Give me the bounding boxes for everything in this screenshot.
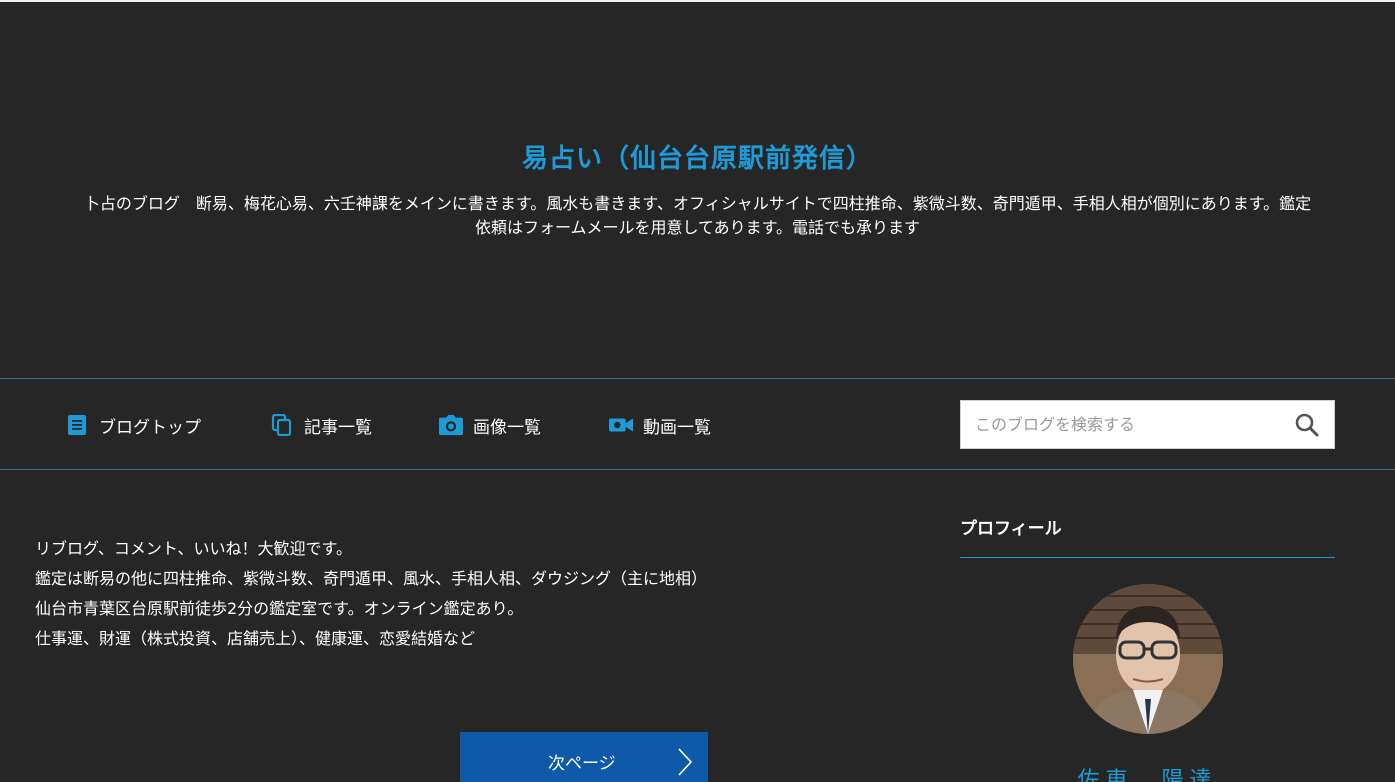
chevron-right-icon bbox=[676, 746, 694, 782]
intro-text-line: リブログ、コメント、いいね！大歓迎です。 bbox=[35, 539, 352, 558]
next-page-button[interactable]: 次ページ bbox=[460, 732, 708, 782]
profile-name[interactable]: 佐東 陽達 bbox=[960, 762, 1335, 782]
nav-label: 記事一覧 bbox=[304, 417, 372, 438]
nav-item-article-list[interactable]: 記事一覧 bbox=[270, 413, 372, 438]
next-page-label: 次ページ bbox=[548, 754, 616, 774]
nav-item-image-list[interactable]: 画像一覧 bbox=[439, 413, 541, 438]
nav-label: 画像一覧 bbox=[473, 417, 541, 438]
blog-nav-bar: ブログトップ 記事一覧 画像一覧 動画一覧 このブログを検索する bbox=[0, 378, 1395, 470]
copy-icon bbox=[270, 413, 294, 437]
blog-header: 易占い（仙台台原駅前発信） 卜占のブログ 断易、梅花心易、六壬神課をメインに書き… bbox=[0, 2, 1395, 378]
profile-heading: プロフィール bbox=[960, 514, 1335, 558]
blog-search-box bbox=[960, 400, 1335, 449]
nav-label: ブログトップ bbox=[99, 417, 201, 438]
intro-text-line: 仕事運、財運（株式投資、店舗売上）、健康運、恋愛結婚など bbox=[35, 629, 476, 648]
intro-text-line: 仙台市青葉区台原駅前徒歩2分の鑑定室です。オンライン鑑定あり。 bbox=[35, 599, 524, 618]
intro-text-line: 鑑定は断易の他に四柱推命、紫微斗数、奇門遁甲、風水、手相人相、ダウジング（主に地… bbox=[35, 569, 708, 588]
blog-title-link[interactable]: 易占い（仙台台原駅前発信） bbox=[0, 138, 1395, 175]
blog-description: 卜占のブログ 断易、梅花心易、六壬神課をメインに書きます。風水も書きます、オフィ… bbox=[83, 194, 1312, 237]
search-input[interactable] bbox=[961, 401, 1281, 448]
nav-label: 動画一覧 bbox=[643, 417, 711, 438]
nav-item-blog-top[interactable]: ブログトップ bbox=[65, 413, 201, 438]
blog-intro: リブログ、コメント、いいね！大歓迎です。 鑑定は断易の他に四柱推命、紫微斗数、奇… bbox=[35, 534, 835, 654]
search-icon[interactable] bbox=[1294, 412, 1320, 438]
camera-icon bbox=[439, 413, 463, 437]
blog-page: 易占い（仙台台原駅前発信） 卜占のブログ 断易、梅花心易、六壬神課をメインに書き… bbox=[0, 0, 1395, 782]
document-icon bbox=[65, 413, 89, 437]
sidebar: プロフィール 佐東 陽達 bbox=[960, 514, 1335, 782]
video-camera-icon bbox=[609, 413, 633, 437]
nav-item-video-list[interactable]: 動画一覧 bbox=[609, 413, 711, 438]
avatar[interactable] bbox=[1073, 584, 1223, 734]
